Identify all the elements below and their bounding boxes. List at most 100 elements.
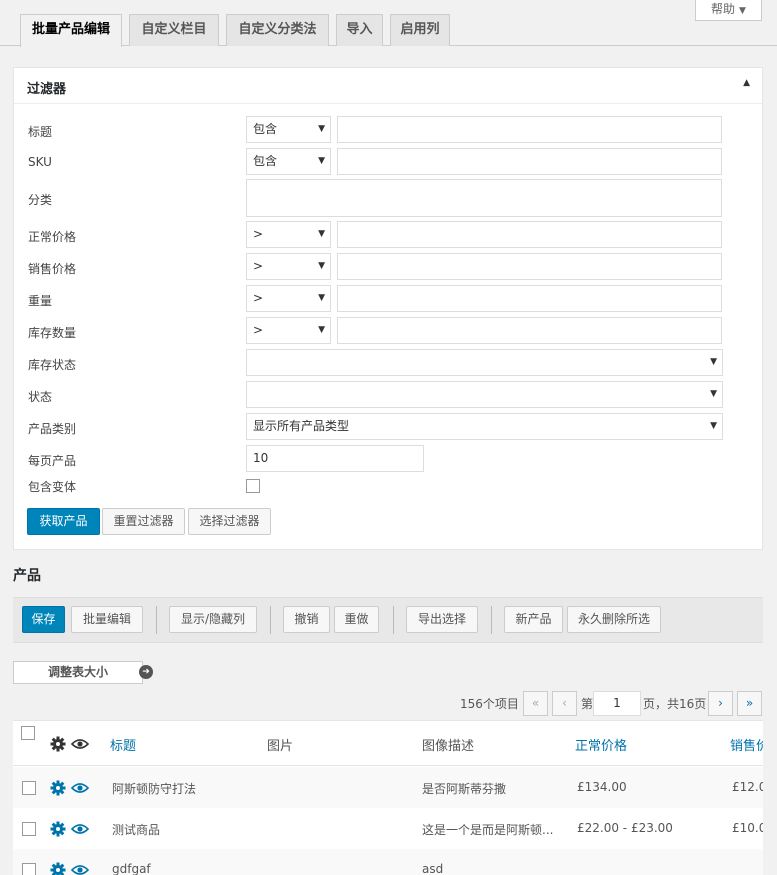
row-checkbox[interactable] [22,822,36,836]
filter-sale-price-operator[interactable]: > ▼ [246,253,331,280]
row-checkbox[interactable] [22,863,36,875]
filter-title-operator[interactable]: 包含 ▼ [246,116,331,143]
undo-button[interactable]: 撤销 [283,606,330,633]
prev-page-button[interactable]: ‹ [552,691,577,716]
last-page-button[interactable]: » [737,691,762,716]
products-toolbar: 保存 批量编辑 显示/隐藏列 撤销 重做 导出选择 新产品 永久删除所选 [13,597,763,643]
save-button[interactable]: 保存 [22,606,65,633]
collapse-arrow-icon[interactable]: ▲ [743,78,750,88]
delete-selected-button[interactable]: 永久删除所选 [567,606,661,633]
row-image-description[interactable]: asd [422,862,443,875]
filter-category-label: 分类 [28,193,53,207]
tab-bar: 批量产品编辑 自定义栏目 自定义分类法 导入 启用列 [0,14,777,47]
filter-product-type-select[interactable]: 显示所有产品类型 ▼ [246,413,723,440]
products-table: 标题 图片 图像描述 正常价格 销售价 阿斯顿防守打法 是否阿斯蒂芬撒 £134… [13,720,763,875]
filter-per-page-input[interactable]: 10 [246,445,424,472]
toolbar-divider [270,606,271,634]
column-title[interactable]: 标题 [110,735,136,754]
arrow-right-circle-icon[interactable]: ➜ [139,665,153,679]
show-hide-columns-button[interactable]: 显示/隐藏列 [169,606,257,633]
get-products-button[interactable]: 获取产品 [27,508,100,535]
filter-weight-input[interactable] [337,285,722,312]
filter-stock-qty-operator[interactable]: > ▼ [246,317,331,344]
select-all-checkbox[interactable] [21,726,35,740]
gear-icon[interactable] [50,736,66,752]
page-prefix: 第 [581,697,594,711]
toolbar-divider [491,606,492,634]
dropdown-arrow-icon: ▼ [318,156,325,166]
dropdown-arrow-icon: ▼ [710,357,717,367]
resize-table-button[interactable]: 调整表大小 [13,661,143,684]
new-product-button[interactable]: 新产品 [504,606,563,633]
row-sale-price[interactable]: £10.00 [732,821,763,835]
dropdown-arrow-icon: ▼ [318,261,325,271]
tab-custom-fields[interactable]: 自定义栏目 [129,14,219,46]
row-image-description[interactable]: 是否阿斯蒂芬撒 [422,780,506,797]
filters-header[interactable]: 过滤器 ▲ [14,68,762,104]
row-checkbox[interactable] [22,781,36,795]
dropdown-arrow-icon: ▼ [318,124,325,134]
reset-filters-button[interactable]: 重置过滤器 [102,508,185,535]
tab-custom-taxonomies[interactable]: 自定义分类法 [226,14,329,46]
eye-icon[interactable] [71,864,89,875]
gear-icon[interactable] [50,780,66,796]
filter-stock-status-select[interactable]: ▼ [246,349,723,376]
gear-icon[interactable] [50,821,66,837]
filter-sku-label: SKU [28,155,52,169]
first-page-button[interactable]: « [523,691,548,716]
select-filters-button[interactable]: 选择过滤器 [188,508,271,535]
filter-stock-qty-label: 库存数量 [28,326,77,340]
tab-import[interactable]: 导入 [336,14,383,46]
table-row[interactable]: 测试商品 这是一个是而是阿斯顿... £22.00 - £23.00 £10.0… [13,808,763,849]
next-page-button[interactable]: › [708,691,733,716]
filter-sku-input[interactable] [337,148,722,175]
filter-stock-qty-input[interactable] [337,317,722,344]
toolbar-divider [156,606,157,634]
row-title[interactable]: gdfgaf [112,862,151,875]
filter-sale-price-label: 销售价格 [28,262,77,276]
products-title: 产品 [13,568,41,584]
bulk-edit-button[interactable]: 批量编辑 [71,606,143,633]
filter-status-select[interactable]: ▼ [246,381,723,408]
filters-panel: 过滤器 ▲ 标题 包含 ▼ SKU 包含 ▼ 分类 正常价格 > ▼ 销售价格 > ▼ … [13,67,763,550]
tab-enable-columns[interactable]: 启用列 [390,14,450,46]
filter-regular-price-operator[interactable]: > ▼ [246,221,331,248]
filter-regular-price-input[interactable] [337,221,722,248]
eye-icon[interactable] [71,823,89,835]
filter-regular-price-operator-value: > [253,227,264,241]
row-sale-price[interactable]: £12.00 [732,780,763,794]
filter-category-input[interactable] [246,179,722,217]
row-title[interactable]: 测试商品 [112,821,160,838]
row-regular-price[interactable]: £134.00 [577,780,627,794]
row-regular-price[interactable]: £22.00 - £23.00 [577,821,673,835]
filter-status-label: 状态 [28,390,53,404]
dropdown-arrow-icon: ▼ [318,229,325,239]
redo-button[interactable]: 重做 [334,606,379,633]
dropdown-arrow-icon: ▼ [710,421,717,431]
table-row[interactable]: gdfgaf asd [13,849,763,875]
table-row[interactable]: 阿斯顿防守打法 是否阿斯蒂芬撒 £134.00 £12.00 [13,767,763,808]
column-image: 图片 [267,739,294,754]
column-regular-price[interactable]: 正常价格 [575,735,627,754]
dropdown-arrow-icon: ▼ [710,389,717,399]
gear-icon[interactable] [50,862,66,875]
filter-product-type-label: 产品类别 [28,422,77,436]
include-variations-checkbox[interactable] [246,479,260,493]
row-image-description[interactable]: 这是一个是而是阿斯顿... [422,821,553,838]
filter-per-page-label: 每页产品 [28,454,77,468]
filter-sale-price-input[interactable] [337,253,722,280]
filter-title-input[interactable] [337,116,722,143]
export-selection-button[interactable]: 导出选择 [406,606,478,633]
tab-bulk-edit[interactable]: 批量产品编辑 [20,14,122,47]
eye-icon[interactable] [71,782,89,794]
filter-sku-operator[interactable]: 包含 ▼ [246,148,331,175]
filter-title-operator-value: 包含 [253,122,278,136]
eye-icon[interactable] [71,738,89,750]
table-header: 标题 图片 图像描述 正常价格 销售价 [13,721,763,766]
toolbar-divider [393,606,394,634]
column-sale-price[interactable]: 销售价 [730,735,763,754]
dropdown-arrow-icon: ▼ [318,325,325,335]
row-title[interactable]: 阿斯顿防守打法 [112,780,196,797]
current-page-input[interactable]: 1 [593,691,641,716]
filter-weight-operator[interactable]: > ▼ [246,285,331,312]
